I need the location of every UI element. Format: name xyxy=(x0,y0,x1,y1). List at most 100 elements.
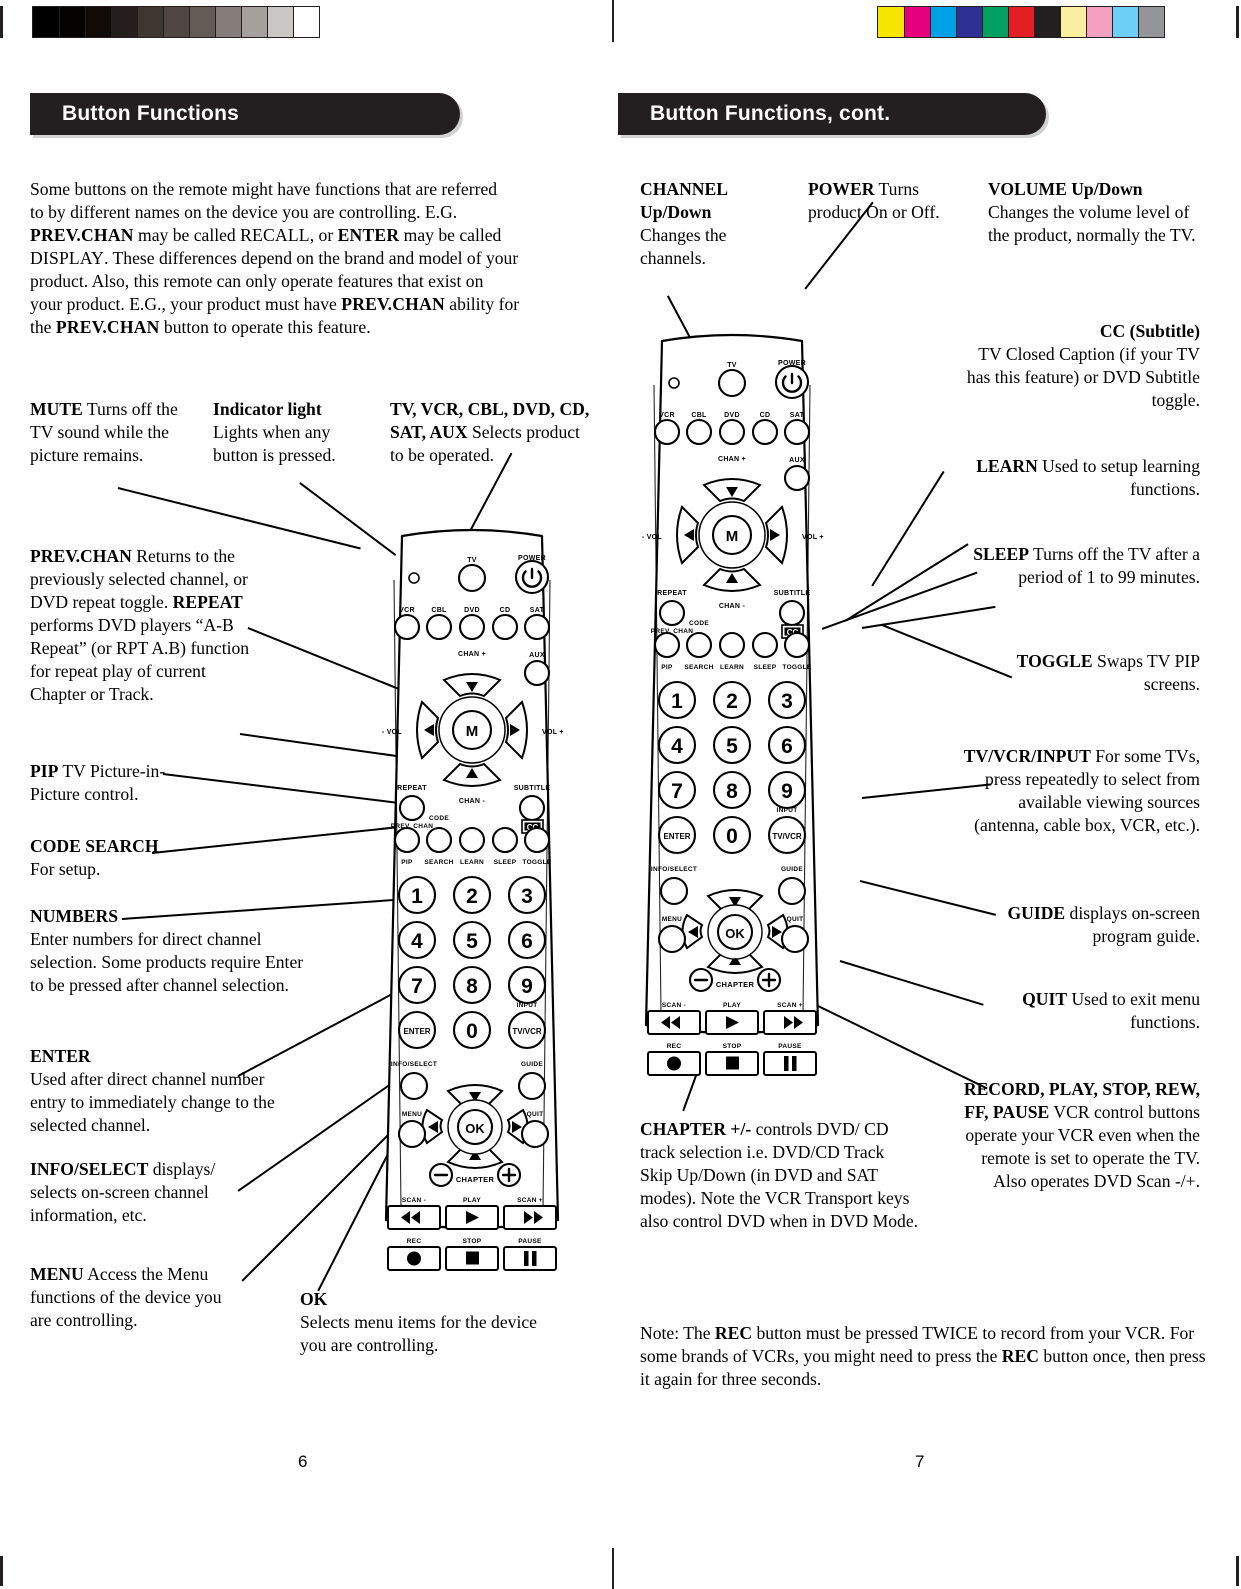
callout-repeat-term: REPEAT xyxy=(172,592,243,613)
svg-text:PLAY: PLAY xyxy=(463,1197,481,1204)
callout-ok: OK Selects menu items for the device you … xyxy=(300,1289,537,1356)
color-swatch-1 xyxy=(904,7,930,37)
callout-mute: MUTE Turns off the TV sound while the pi… xyxy=(30,398,180,467)
svg-text:CHAN +: CHAN + xyxy=(458,651,486,658)
svg-text:GUIDE: GUIDE xyxy=(781,866,803,873)
left-page-banner: Button Functions xyxy=(30,93,460,135)
callout-volume: VOLUME Up/Down Changes the volume level … xyxy=(988,179,1196,246)
svg-text:CODE: CODE xyxy=(429,815,449,822)
callout-enter: ENTER Used after direct channel number en… xyxy=(30,1046,275,1136)
svg-text:3: 3 xyxy=(521,885,533,908)
color-swatch-5 xyxy=(1008,7,1034,37)
callout-device-keys: TV, VCR, CBL, DVD, CD, SAT, AUX Selects … xyxy=(390,398,595,467)
svg-text:TOGGLE: TOGGLE xyxy=(522,859,551,866)
svg-text:SAT: SAT xyxy=(790,412,805,419)
svg-text:REPEAT: REPEAT xyxy=(657,590,687,597)
svg-text:PAUSE: PAUSE xyxy=(778,1043,802,1050)
color-swatch-8 xyxy=(1086,7,1112,37)
callout-code-search: CODE SEARCH For setup. xyxy=(30,836,159,880)
svg-text:CHAPTER: CHAPTER xyxy=(456,1175,495,1184)
crop-mark-bottom xyxy=(612,1548,614,1589)
left-page-title: Button Functions xyxy=(62,102,239,125)
color-swatch-10 xyxy=(1138,7,1164,37)
svg-text:CHAN +: CHAN + xyxy=(718,456,746,463)
right-page-banner: Button Functions, cont. xyxy=(618,93,1046,135)
svg-text:ENTER: ENTER xyxy=(663,832,690,841)
color-swatch-3 xyxy=(956,7,982,37)
callout-tv-vcr-input-term: TV/VCR/INPUT xyxy=(963,746,1091,766)
svg-text:GUIDE: GUIDE xyxy=(521,1061,543,1068)
svg-text:CODE: CODE xyxy=(689,620,709,627)
svg-text:4: 4 xyxy=(411,930,423,953)
svg-text:M: M xyxy=(726,528,739,545)
callout-info-select: INFO/SELECT displays/ selects on-screen … xyxy=(30,1159,216,1226)
svg-text:CD: CD xyxy=(760,412,771,419)
crop-mark-right xyxy=(1236,6,1239,38)
svg-text:QUIT: QUIT xyxy=(787,916,804,923)
svg-text:9: 9 xyxy=(521,975,533,998)
svg-text:CHAN -: CHAN - xyxy=(459,798,486,805)
svg-text:AUX: AUX xyxy=(789,457,805,464)
intro-enter: ENTER xyxy=(337,225,400,246)
gray-swatch-8 xyxy=(241,7,267,37)
svg-text:OK: OK xyxy=(725,926,745,941)
svg-text:DVD: DVD xyxy=(464,607,480,614)
svg-text:TOGGLE: TOGGLE xyxy=(782,664,811,671)
svg-text:- VOL: - VOL xyxy=(642,534,663,541)
svg-text:8: 8 xyxy=(726,780,738,803)
crop-mark-bottom-right xyxy=(1236,1556,1239,1586)
intro-prevchan-2: PREV.CHAN xyxy=(341,294,445,315)
svg-text:SCAN +: SCAN + xyxy=(517,1197,543,1204)
gray-swatch-10 xyxy=(293,7,319,37)
svg-text:TV: TV xyxy=(467,557,477,564)
right-page-title: Button Functions, cont. xyxy=(650,102,891,125)
callout-code-search-term: CODE SEARCH xyxy=(30,836,159,856)
svg-text:LEARN: LEARN xyxy=(720,664,744,671)
svg-text:3: 3 xyxy=(781,690,793,713)
leader-line-volume xyxy=(871,470,945,587)
svg-text:SCAN -: SCAN - xyxy=(402,1197,426,1204)
callout-prevchan-repeat: PREV.CHAN Returns to the previously sele… xyxy=(30,546,250,705)
svg-text:SEARCH: SEARCH xyxy=(424,859,453,866)
intro-line-5: product. Also, this remote can only oper… xyxy=(30,271,484,292)
callout-sleep-term: SLEEP xyxy=(973,544,1029,564)
svg-text:5: 5 xyxy=(466,930,478,953)
svg-text:PLAY: PLAY xyxy=(723,1002,741,1009)
svg-text:REC: REC xyxy=(667,1043,682,1050)
svg-text:PIP: PIP xyxy=(401,859,413,866)
svg-text:STOP: STOP xyxy=(723,1043,742,1050)
callout-numbers: NUMBERS Enter numbers for direct channel … xyxy=(30,906,304,996)
callout-volume-term: VOLUME Up/Down xyxy=(988,179,1143,199)
svg-text:SUBTITLE: SUBTITLE xyxy=(514,785,551,792)
callout-menu: MENU Access the Menu functions of the de… xyxy=(30,1264,222,1331)
svg-text:INFO/SELECT: INFO/SELECT xyxy=(391,1061,437,1068)
svg-text:VOL +: VOL + xyxy=(802,534,824,541)
svg-text:INPUT: INPUT xyxy=(777,807,798,814)
leader-line-guide xyxy=(859,880,997,916)
grayscale-calibration-strip xyxy=(32,6,320,38)
callout-chapter-term: CHAPTER +/- xyxy=(640,1119,752,1139)
svg-text:OK: OK xyxy=(465,1121,485,1136)
gray-swatch-7 xyxy=(215,7,241,37)
svg-text:CBL: CBL xyxy=(431,607,447,614)
intro-prevchan-3: PREV.CHAN xyxy=(55,317,160,338)
svg-text:7: 7 xyxy=(411,975,423,998)
intro-display: DISPLAY xyxy=(30,248,105,269)
left-page-number: 6 xyxy=(298,1452,308,1471)
gray-swatch-9 xyxy=(267,7,293,37)
svg-text:AUX: AUX xyxy=(529,652,545,659)
callout-quit: QUIT Used to exit menu functions. xyxy=(1022,989,1200,1033)
callout-power: POWER Turns product On or Off. xyxy=(808,179,940,223)
svg-text:ENTER: ENTER xyxy=(403,1027,430,1036)
callout-cc-term: CC (Subtitle) xyxy=(1099,321,1200,341)
svg-text:0: 0 xyxy=(726,825,738,848)
gray-swatch-6 xyxy=(189,7,215,37)
note-rec-2: REC xyxy=(1001,1346,1039,1367)
callout-prevchan-term: PREV.CHAN xyxy=(30,546,132,566)
svg-text:QUIT: QUIT xyxy=(527,1111,544,1118)
leader-line-mute xyxy=(117,487,361,550)
callout-channel: CHANNEL Up/Down Changes the channels. xyxy=(640,179,728,269)
svg-text:SCAN +: SCAN + xyxy=(777,1002,803,1009)
callout-learn: LEARN Used to setup learning functions. xyxy=(976,456,1200,500)
svg-text:M: M xyxy=(466,723,479,740)
